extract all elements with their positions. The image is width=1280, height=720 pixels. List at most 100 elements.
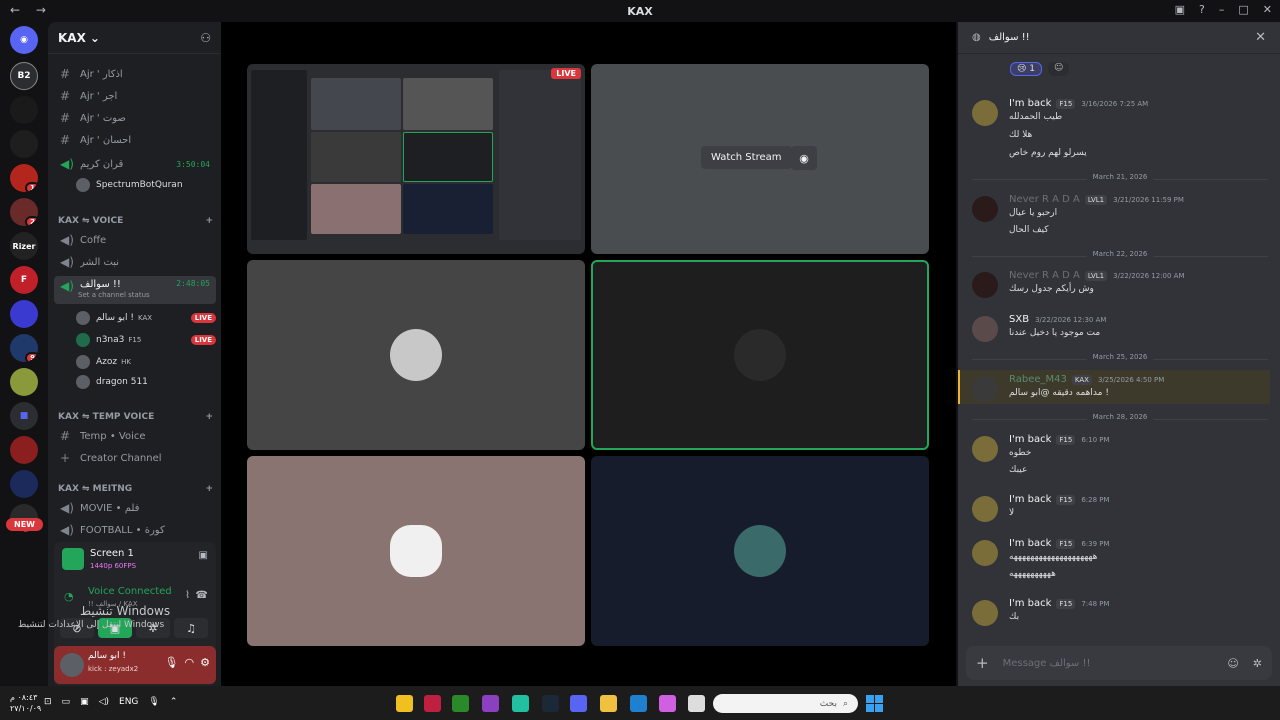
reaction-button[interactable]: 😢 1: [1010, 62, 1042, 76]
user-name[interactable]: ابو سالم !: [88, 651, 126, 661]
channel-voice[interactable]: ◀) FOOTBALL • كورة: [54, 520, 216, 540]
notification-icon[interactable]: ⊡: [44, 697, 52, 707]
channel-voice[interactable]: ◀) نبت الشر: [54, 252, 216, 272]
channel-text[interactable]: # Ajr ' صوت: [54, 108, 216, 128]
battery-icon[interactable]: ▭: [62, 697, 71, 707]
channel-text[interactable]: # Ajr ' احسان: [54, 130, 216, 150]
stream-tile[interactable]: Watch Stream ◉: [591, 64, 929, 254]
server-icon-b2[interactable]: B2: [10, 62, 38, 90]
new-badge[interactable]: NEW: [6, 518, 43, 531]
app-icon[interactable]: [482, 695, 499, 712]
message-author[interactable]: SXB: [1009, 314, 1029, 325]
help-icon[interactable]: ?: [1199, 3, 1205, 16]
app-icon[interactable]: [396, 695, 413, 712]
avatar[interactable]: [972, 436, 998, 462]
avatar[interactable]: [972, 376, 998, 402]
voice-user[interactable]: SpectrumBotQuran: [76, 176, 216, 194]
category-header[interactable]: KAX ⇋ TEMP VOICE +: [58, 412, 213, 422]
app-icon[interactable]: [688, 695, 705, 712]
stream-tile-live[interactable]: LIVE: [247, 64, 585, 254]
headset-icon[interactable]: ◠: [185, 656, 195, 669]
chevron-up-icon[interactable]: ⌃: [170, 697, 178, 707]
server-icon[interactable]: [10, 300, 38, 328]
app-icon[interactable]: [424, 695, 441, 712]
apps-icon[interactable]: ✲: [1253, 657, 1262, 670]
language-indicator[interactable]: ENG: [119, 697, 138, 707]
server-icon[interactable]: 2: [10, 198, 38, 226]
close-icon[interactable]: ✕: [1255, 30, 1266, 45]
gear-icon[interactable]: ⚙: [200, 656, 210, 669]
app-icon[interactable]: [452, 695, 469, 712]
guild-header[interactable]: KAX ⌄ ⚇: [48, 22, 221, 54]
message-author[interactable]: I'm back: [1009, 98, 1051, 109]
avatar[interactable]: [972, 316, 998, 342]
message-author[interactable]: Never R A D A: [1009, 270, 1080, 281]
server-icon[interactable]: 1: [10, 164, 38, 192]
avatar[interactable]: [972, 100, 998, 126]
plus-icon[interactable]: +: [976, 654, 989, 672]
add-member-icon[interactable]: ⚇: [200, 31, 211, 45]
app-icon[interactable]: [512, 695, 529, 712]
message-composer[interactable]: + Message سوالف !! ☺ ✲: [966, 646, 1272, 680]
composer-placeholder[interactable]: Message سوالف !!: [1003, 658, 1091, 669]
minimize-icon[interactable]: –: [1219, 3, 1225, 16]
channel-voice[interactable]: ◀) قران كريم 3:50:04: [54, 154, 216, 174]
message-author[interactable]: I'm back: [1009, 434, 1051, 445]
emoji-icon[interactable]: ☺: [1227, 657, 1238, 670]
inbox-icon[interactable]: ▣: [1175, 3, 1185, 16]
server-icon[interactable]: [10, 368, 38, 396]
maximize-icon[interactable]: □: [1238, 3, 1248, 16]
channel-voice[interactable]: + Creator Channel: [54, 448, 216, 468]
eye-icon[interactable]: ◉: [791, 146, 817, 170]
voice-user[interactable]: Azoz HK: [76, 353, 216, 371]
folder-icon[interactable]: [600, 695, 617, 712]
participant-tile[interactable]: [247, 260, 585, 450]
avatar[interactable]: [972, 540, 998, 566]
server-icon[interactable]: [10, 436, 38, 464]
browser-icon[interactable]: [630, 695, 647, 712]
server-icon-rizer[interactable]: Rizer: [10, 232, 38, 260]
channel-text[interactable]: # Ajr ' اذكار: [54, 64, 216, 84]
plus-icon[interactable]: +: [205, 216, 213, 226]
noise-suppression-icon[interactable]: ⌇: [185, 590, 190, 601]
add-reaction-icon[interactable]: ☺: [1047, 62, 1070, 76]
category-header[interactable]: KAX ⇋ VOICE +: [58, 216, 213, 226]
message-author[interactable]: Never R A D A: [1009, 194, 1080, 205]
channel-text[interactable]: # Temp • Voice: [54, 426, 216, 446]
message-author[interactable]: I'm back: [1009, 538, 1051, 549]
message-author[interactable]: I'm back: [1009, 598, 1051, 609]
voice-status[interactable]: Voice Connected: [88, 586, 172, 597]
disconnect-icon[interactable]: ☎: [196, 590, 208, 601]
folder-icon[interactable]: ■: [10, 402, 38, 430]
copilot-icon[interactable]: [659, 695, 676, 712]
search-input[interactable]: بحث ⌕: [713, 694, 858, 713]
taskbar-clock[interactable]: ٠٨:٤٣ م ٢٧/١٠/٠٩: [10, 692, 41, 714]
voice-user[interactable]: ابو سالم ! KAX LIVE: [76, 309, 216, 327]
close-window-icon[interactable]: ✕: [1263, 3, 1272, 16]
server-icon[interactable]: [10, 130, 38, 158]
participant-tile[interactable]: [247, 456, 585, 646]
plus-icon[interactable]: +: [205, 484, 213, 494]
channel-voice[interactable]: ◀) MOVIE • فلم: [54, 498, 216, 518]
channel-voice[interactable]: ◀) Coffe: [54, 230, 216, 250]
volume-icon[interactable]: ◁): [99, 697, 109, 707]
channel-text[interactable]: # Ajr ' اجر: [54, 86, 216, 106]
channel-status[interactable]: Set a channel status: [78, 291, 150, 299]
discord-taskbar-icon[interactable]: [570, 695, 587, 712]
network-icon[interactable]: ▣: [80, 697, 89, 707]
participant-tile[interactable]: [591, 456, 929, 646]
message-author[interactable]: I'm back: [1009, 494, 1051, 505]
server-icon[interactable]: F: [10, 266, 38, 294]
stop-stream-icon[interactable]: ▣: [199, 550, 208, 561]
avatar[interactable]: [972, 496, 998, 522]
participant-tile-speaking[interactable]: [591, 260, 929, 450]
watch-stream-button[interactable]: Watch Stream: [701, 146, 792, 169]
avatar[interactable]: [972, 272, 998, 298]
server-icon[interactable]: [10, 470, 38, 498]
channel-voice-active[interactable]: ◀) سوالف !! 2:48:05 Set a channel status: [54, 276, 216, 304]
plus-icon[interactable]: +: [205, 412, 213, 422]
message-author[interactable]: Rabee_M43: [1009, 374, 1067, 385]
avatar[interactable]: [972, 196, 998, 222]
server-icon[interactable]: 9: [10, 334, 38, 362]
soundboard-button[interactable]: ♫: [174, 618, 208, 638]
